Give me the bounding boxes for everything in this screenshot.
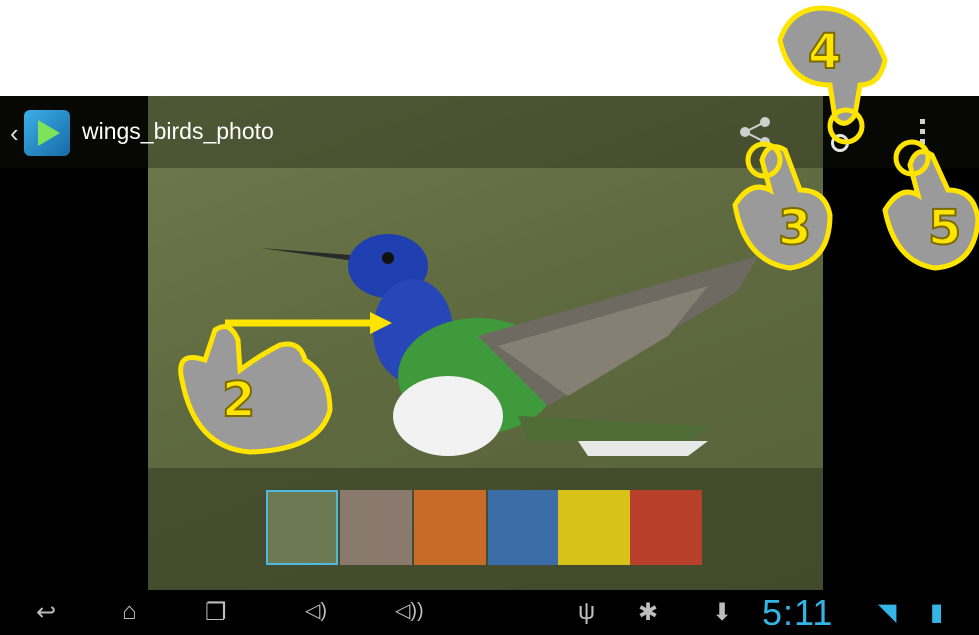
- annotation-label-4: 4: [807, 23, 842, 81]
- annotation-label-2: 2: [221, 371, 256, 429]
- gesture-annotation-overlay: [178, 5, 979, 455]
- annotation-label-5: 5: [927, 199, 962, 257]
- annotation-label-3: 3: [777, 199, 812, 257]
